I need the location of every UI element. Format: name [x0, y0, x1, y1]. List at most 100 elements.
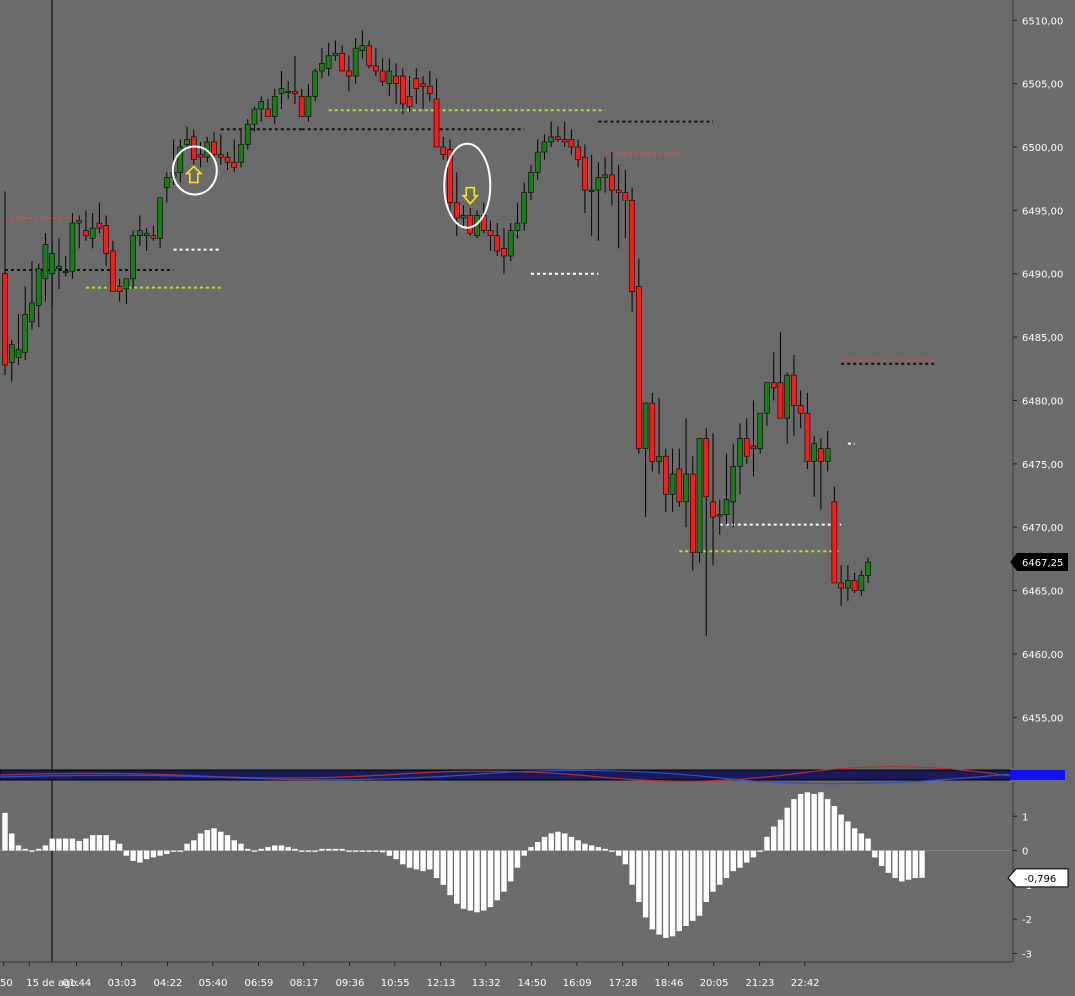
- time-tick-label: 10:55: [381, 978, 410, 989]
- osc-tick-label: 0: [1022, 847, 1028, 858]
- candle-down: [103, 225, 109, 254]
- candle-down: [750, 445, 757, 449]
- candle-up: [312, 70, 318, 97]
- histogram-bar: [481, 850, 487, 911]
- histogram-bar: [717, 850, 723, 885]
- histogram-bar: [919, 850, 925, 878]
- time-tick-label: 17:28: [609, 978, 638, 989]
- candle-up: [669, 473, 676, 495]
- candle-up: [89, 227, 96, 239]
- candle-up: [602, 174, 608, 178]
- candle-up: [62, 270, 69, 274]
- price-tick-label: 6475,00: [1022, 460, 1063, 471]
- histogram-bar: [42, 845, 49, 851]
- candle-down: [211, 141, 217, 155]
- histogram-bar: [642, 850, 649, 918]
- histogram-bar: [744, 850, 750, 863]
- histogram-bar: [669, 850, 676, 937]
- histogram-bar: [690, 850, 696, 921]
- candle-up: [143, 232, 150, 237]
- time-tick-label: 12:13: [427, 978, 456, 989]
- histogram-bar: [89, 835, 96, 851]
- histogram-bar: [723, 850, 730, 878]
- histogram-bar: [676, 850, 682, 932]
- histogram-bar: [555, 831, 561, 851]
- histogram-bar: [319, 848, 325, 851]
- candle-up: [42, 244, 49, 280]
- histogram-bar: [373, 850, 379, 852]
- histogram-bar: [157, 850, 163, 856]
- histogram-bar: [811, 794, 817, 851]
- candle-up: [656, 455, 662, 462]
- histogram-bar: [312, 850, 318, 852]
- candle-up: [824, 448, 831, 462]
- histogram-bar: [521, 850, 527, 856]
- time-tick-label: 04:22: [154, 978, 183, 989]
- candle-up: [49, 253, 56, 275]
- osc-tick-label: -3: [1022, 949, 1032, 960]
- histogram-bar: [298, 850, 305, 852]
- histogram-bar: [96, 835, 103, 851]
- candle-down: [663, 455, 669, 495]
- histogram-bar: [764, 836, 770, 851]
- candle-down: [116, 286, 123, 292]
- histogram-bar: [258, 848, 264, 851]
- candle-up: [238, 144, 244, 163]
- histogram-bar: [197, 833, 204, 851]
- candle-up: [696, 438, 703, 553]
- candle-up: [22, 313, 29, 353]
- histogram-bar: [420, 850, 426, 872]
- histogram-bar: [130, 850, 136, 861]
- histogram-bar: [845, 821, 851, 851]
- histogram-bar: [170, 850, 177, 852]
- candle-down: [710, 501, 716, 518]
- time-tick-label: 01:44: [62, 978, 91, 989]
- histogram-bar: [231, 840, 237, 851]
- candle-down: [150, 235, 157, 239]
- candle-up: [386, 70, 393, 84]
- last-price-label: 6467,25: [1022, 558, 1063, 569]
- candle-up: [271, 96, 278, 117]
- histogram-bar: [177, 850, 184, 852]
- histogram-bar: [440, 850, 446, 885]
- candle-up: [521, 192, 528, 224]
- histogram-bar: [346, 850, 352, 852]
- histogram-bar: [339, 848, 345, 851]
- candle-down: [831, 501, 838, 584]
- candle-down: [791, 374, 797, 406]
- candle-up: [460, 215, 467, 219]
- histogram-bar: [878, 850, 885, 866]
- candle-down: [83, 230, 89, 237]
- histogram-bar: [602, 848, 608, 851]
- candle-down: [568, 139, 575, 148]
- candle-down: [191, 136, 197, 160]
- trading-chart[interactable]: 6455,00 6460,00 6465,00 6470,00 6475,00 6480,…: [0, 0, 1075, 996]
- histogram-bar: [865, 838, 871, 851]
- histogram-bar: [771, 826, 777, 851]
- price-tick-label: 6490,00: [1022, 270, 1063, 281]
- candle-up: [723, 499, 730, 515]
- histogram-bar: [899, 850, 905, 882]
- candle-down: [487, 230, 494, 237]
- candle-down: [96, 222, 103, 229]
- histogram-bar: [622, 850, 629, 865]
- candle-up: [157, 197, 163, 239]
- histogram-bar: [824, 799, 831, 851]
- time-tick-label: 08:17: [290, 978, 319, 989]
- candle-down: [561, 139, 568, 143]
- histogram-bar: [386, 850, 393, 856]
- histogram-bar: [474, 850, 480, 913]
- histogram-bar: [588, 845, 595, 851]
- histogram-bar: [609, 850, 615, 852]
- histogram-bar: [379, 850, 386, 853]
- histogram-bar: [494, 850, 500, 901]
- histogram-bar: [460, 850, 467, 909]
- histogram-bar: [359, 850, 366, 852]
- histogram-bar: [76, 840, 82, 851]
- candle-up: [811, 443, 817, 462]
- histogram-bar: [730, 850, 736, 872]
- histogram-bar: [332, 848, 339, 851]
- candle-up: [278, 88, 285, 95]
- osc-tick-label: -2: [1022, 915, 1032, 926]
- candle-down: [339, 52, 345, 72]
